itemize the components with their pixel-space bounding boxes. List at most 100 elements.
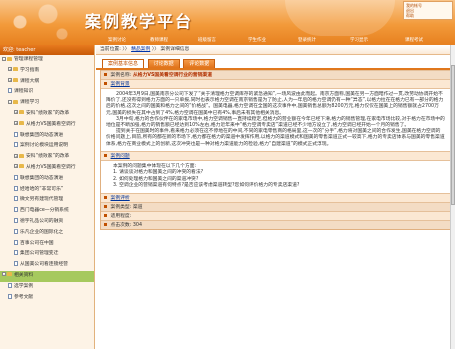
sidebar-item-label: 安科“绩效家”的改革 xyxy=(26,110,70,116)
case-name-value: 从格力VS国美看空调行业的营销渠道 xyxy=(132,73,212,78)
top-nav: 案例讨论 教师课程 班级留言 学生作业 登录统计 学习显示 课程考试 xyxy=(0,36,455,45)
tab-discussion-data[interactable]: 讨论数据 xyxy=(147,59,180,68)
nav-item-course-exam[interactable]: 课程考试 xyxy=(405,36,423,45)
help-link[interactable]: 帮助 xyxy=(406,13,450,18)
expand-icon[interactable]: + xyxy=(14,121,18,126)
sidebar-item[interactable]: 乐凡企业的国际化之 xyxy=(0,228,94,239)
sidebar-item[interactable]: 案例讨论模块运用说明 xyxy=(0,141,94,152)
sidebar-item-label: 学习指南 xyxy=(20,67,40,73)
case-background-text: 2004年3月9日,国美南京分公司下发了“关于清理格力空调库存的紧急通知”,一场… xyxy=(101,88,450,151)
tab-case-info[interactable]: 案例基本信息 xyxy=(102,59,145,68)
sidebar-item-label: 选学案例 xyxy=(14,283,34,289)
sidebar-item-label: 娃哈哈的“非常可乐” xyxy=(20,186,64,192)
folder-icon xyxy=(7,56,12,61)
sidebar-item[interactable]: 联想集团的动态演进 xyxy=(0,174,94,185)
expand-icon[interactable]: + xyxy=(14,164,18,169)
sidebar-item-label: 德宇礼品公司的融资 xyxy=(20,218,64,224)
sidebar-item[interactable]: 娃哈哈的“非常可乐” xyxy=(0,185,94,196)
case-background-label[interactable]: 案例背景 xyxy=(111,82,130,87)
sidebar-item[interactable]: 联想集团的动态演进 xyxy=(0,131,94,142)
sidebar-item[interactable]: 微文另有建现代管理 xyxy=(0,195,94,206)
sidebar-item-label: 从格力VS国美看空调行 xyxy=(26,164,76,170)
bullet-icon xyxy=(104,195,107,199)
sidebar-item[interactable]: 西门电器ce一分销系统 xyxy=(0,206,94,217)
background-paragraph: 3月中旬,格力的合作伙伴在的家电市场中,格力空调销售一直持续稳定,但格力的营业额… xyxy=(106,116,445,129)
bullet-icon xyxy=(104,153,107,157)
sidebar-item-label: 课程学习 xyxy=(20,100,40,106)
sidebar-item[interactable]: + 课程大纲 xyxy=(0,77,94,88)
document-icon xyxy=(14,131,18,137)
sidebar-item[interactable]: 参考文献 xyxy=(0,293,94,304)
sidebar-item-label: 参考文献 xyxy=(14,294,34,300)
expand-icon[interactable]: + xyxy=(14,153,18,158)
decorative-swirl xyxy=(285,0,395,36)
sidebar-item-label: 乐凡企业的国际化之 xyxy=(20,229,64,235)
case-category-value: 渠道 xyxy=(132,204,143,210)
document-icon xyxy=(14,250,18,256)
case-category-key: 案例类型: xyxy=(110,204,132,210)
case-questions-list: 本案例的问题集中体现在以下几个方面: 1. 请谈谈对格力和国美之间的冲突的看法?… xyxy=(101,159,450,193)
sidebar-item[interactable]: - 课程学习 xyxy=(0,98,94,109)
breadcrumb-sep: 〉〉 xyxy=(151,47,160,52)
sidebar-item[interactable]: 课程知识 xyxy=(0,87,94,98)
bullet-icon xyxy=(104,204,107,208)
nav-item-student-homework[interactable]: 学生作业 xyxy=(248,36,266,45)
welcome-banner: 欢迎: teacher xyxy=(0,45,94,55)
sidebar-item-label: 微文另有建现代管理 xyxy=(20,197,64,203)
case-usage-row: 适用程度: xyxy=(101,210,450,220)
nav-item-study-display[interactable]: 学习显示 xyxy=(350,36,368,45)
bullet-icon xyxy=(104,73,107,76)
site-title: 案例教学平台 xyxy=(85,12,194,31)
sidebar-item[interactable]: 百事公司在中国 xyxy=(0,239,94,250)
folder-icon xyxy=(19,153,24,158)
sidebar-item-label: 案例讨论模块运用说明 xyxy=(20,143,68,149)
nav-item-login-stats[interactable]: 登录统计 xyxy=(298,36,316,45)
expand-icon[interactable]: + xyxy=(8,67,12,72)
expand-icon[interactable]: + xyxy=(14,110,18,115)
collapse-icon[interactable]: - xyxy=(8,99,12,104)
tab-bar: 案例基本信息 讨论数据 评论数据 xyxy=(96,59,455,70)
collapse-icon[interactable]: - xyxy=(2,56,6,61)
collapse-icon[interactable]: - xyxy=(2,272,6,277)
tab-comment-data[interactable]: 评论数据 xyxy=(183,59,216,68)
sidebar-item[interactable]: + 安科“绩效家”的改革 xyxy=(0,152,94,163)
background-paragraph: 2004年3月9日,国美南京分公司下发了“关于清理格力空调库存的紧急通知”,一场… xyxy=(106,92,444,116)
vertical-scrollbar[interactable] xyxy=(450,45,455,349)
sidebar-item[interactable]: - 管理课程管理 xyxy=(0,55,94,66)
sidebar-item-label: 从格力VS国美看空调行 xyxy=(26,121,76,127)
nav-item-class-message[interactable]: 班级留言 xyxy=(198,36,216,45)
document-icon xyxy=(14,196,18,202)
scrollbar-thumb[interactable] xyxy=(451,65,455,205)
sidebar-menu: - 管理课程管理 + 学习指南 + 课程大纲 课程知识 - 课程学习 + 安科“绩效家”的改革 + 从格… xyxy=(0,55,94,303)
breadcrumb-sep: 〉〉 xyxy=(122,47,130,52)
case-name-row: 案例名称: 从格力VS国美看空调行业的营销渠道 xyxy=(101,70,450,79)
case-remark-label[interactable]: 案例评析 xyxy=(111,196,130,201)
sidebar-item[interactable]: 德宇礼品公司的融资 xyxy=(0,217,94,228)
case-clicks-row: 点击次数: 304 xyxy=(101,219,450,229)
sidebar: 欢迎: teacher - 管理课程管理 + 学习指南 + 课程大纲 课程知识 - 课程学习 + 安… xyxy=(0,45,95,349)
sidebar-item-label: 管理课程管理 xyxy=(14,57,43,62)
sidebar-item[interactable]: + 从格力VS国美看空调行 xyxy=(0,120,94,131)
sidebar-item[interactable]: 集团公司管理变迁 xyxy=(0,249,94,260)
sidebar-item-label: 从国美公司看连锁经营 xyxy=(20,262,68,268)
folder-icon xyxy=(13,67,18,72)
document-icon xyxy=(14,228,18,234)
case-background-header: 案例背景 xyxy=(101,79,450,88)
sidebar-item[interactable]: + 安科“绩效家”的改革 xyxy=(0,109,94,120)
breadcrumb-link-featured-cases[interactable]: 精品案例 xyxy=(131,47,150,52)
sidebar-item[interactable]: + 学习指南 xyxy=(0,66,94,77)
sidebar-item[interactable]: - 相关资料 xyxy=(0,270,94,282)
sidebar-item[interactable]: 从国美公司看连锁经营 xyxy=(0,260,94,271)
nav-item-teacher-course[interactable]: 教师课程 xyxy=(150,36,168,45)
folder-icon xyxy=(19,164,24,169)
folder-icon xyxy=(19,110,24,115)
sidebar-item[interactable]: 选学案例 xyxy=(0,282,94,293)
expand-icon[interactable]: + xyxy=(8,78,12,83)
case-questions-label[interactable]: 案例问题 xyxy=(111,154,130,159)
nav-item-case-discussion[interactable]: 案例讨论 xyxy=(108,36,126,45)
background-paragraph: 提到关于在国美时的事件,看来格力必须在这不停地在的中间,不同的家电零售商的格局里… xyxy=(106,129,445,147)
breadcrumb-prefix: 当前位置: xyxy=(100,47,121,52)
sidebar-item[interactable]: + 从格力VS国美看空调行 xyxy=(0,163,94,174)
document-icon xyxy=(8,293,12,299)
bullet-icon xyxy=(104,222,107,226)
